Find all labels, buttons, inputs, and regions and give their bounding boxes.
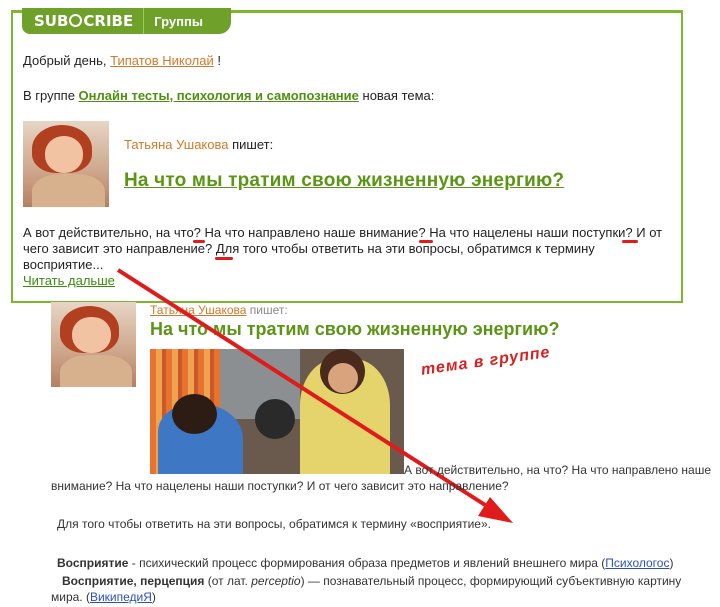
def2-term: Восприятие, перцепция xyxy=(62,574,205,588)
psychologos-link[interactable]: Психологос xyxy=(605,556,669,570)
def1-end: ) xyxy=(669,556,674,570)
def1-text: - психический процесс формирования образ… xyxy=(131,556,606,570)
def1-term: Восприятие xyxy=(57,556,129,570)
def2-end: ) xyxy=(151,590,156,604)
definition-2: Восприятие, перцепция (от лат. perceptio… xyxy=(51,573,716,605)
def2-latin: perceptio xyxy=(251,574,301,588)
definition-1: Восприятие - психический процесс формиро… xyxy=(57,555,673,571)
topic-para2: Для того чтобы ответить на эти вопросы, … xyxy=(57,517,491,531)
def2-text-a: (от лат. xyxy=(207,574,248,588)
topic-intro-text: А вот действительно, на что? На что напр… xyxy=(51,463,712,493)
wikipedia-link[interactable]: ВикипедиЯ xyxy=(90,590,152,604)
